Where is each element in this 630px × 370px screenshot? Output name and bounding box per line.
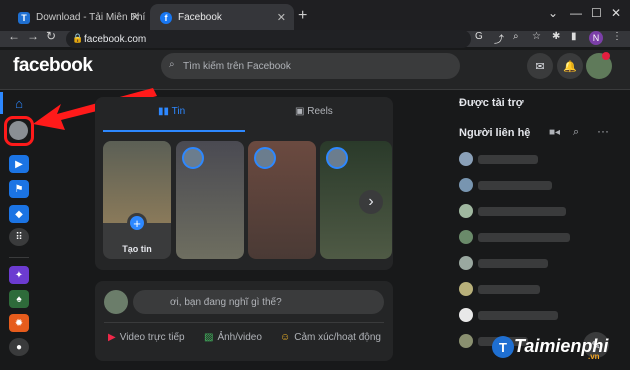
close-tab-icon[interactable]: ✕ [131, 11, 140, 24]
contact-avatar[interactable] [459, 282, 473, 296]
bookmark-star-icon[interactable]: ☆ [532, 31, 541, 42]
minimize-icon[interactable]: — [570, 6, 582, 20]
extensions-icon[interactable]: ✱ [552, 31, 560, 42]
contact-avatar[interactable] [459, 230, 473, 244]
active-tab-underline [103, 130, 245, 132]
kebab-menu-icon[interactable]: ⋮ [612, 31, 622, 42]
divider [104, 322, 384, 323]
status-input[interactable]: ơi, bạn đang nghĩ gì thế? [133, 290, 384, 314]
maximize-icon[interactable]: ☐ [591, 6, 602, 20]
contact-avatar[interactable] [459, 204, 473, 218]
home-icon[interactable]: ⌂ [9, 94, 29, 112]
photo-icon: ▨ [204, 332, 214, 343]
status-placeholder: ơi, bạn đang nghĩ gì thế? [170, 296, 282, 308]
taimienphi-logo-icon: T [492, 336, 514, 358]
new-tab-button[interactable]: + [298, 7, 307, 25]
address-bar[interactable]: 🔒 facebook.com [66, 30, 471, 48]
notification-dot [602, 52, 610, 60]
reels-icon: ▣ [295, 106, 305, 117]
facebook-favicon-icon: f [160, 11, 172, 24]
story-card[interactable] [176, 141, 244, 259]
story-avatar [326, 147, 348, 169]
contact-avatar[interactable] [459, 308, 473, 322]
contact-name[interactable] [478, 285, 540, 294]
share-icon[interactable]: ⤴ [494, 31, 504, 46]
live-video-label: Video trực tiếp [119, 332, 185, 343]
book-icon: ▮▮ [158, 106, 170, 117]
watermark-suffix: .vn [588, 352, 600, 361]
live-video-icon: ▶ [108, 332, 116, 343]
divider [9, 257, 29, 258]
game-shortcut-icon[interactable]: ♠ [9, 290, 29, 308]
game-shortcut-icon[interactable]: ✹ [9, 314, 29, 332]
tab-facebook-label: Facebook [178, 12, 222, 23]
contact-name[interactable] [478, 233, 570, 242]
feeling-label: Cảm xúc/hoạt động [294, 332, 381, 343]
plus-icon: + [127, 213, 147, 233]
search-placeholder: Tìm kiếm trên Facebook [183, 60, 291, 72]
story-card[interactable] [248, 141, 316, 259]
search-icon[interactable]: ⌕ [513, 31, 519, 42]
reload-icon[interactable]: ↻ [46, 29, 56, 43]
close-window-icon[interactable]: ✕ [611, 6, 621, 20]
lock-icon: 🔒 [72, 33, 84, 43]
contact-name[interactable] [478, 181, 552, 190]
close-tab-icon[interactable]: ✕ [277, 11, 286, 24]
create-story-card[interactable]: + Tạo tin [103, 141, 171, 259]
contact-name[interactable] [478, 155, 538, 164]
photo-video-button[interactable]: ▨ Ảnh/video [204, 332, 262, 343]
contact-avatar[interactable] [459, 178, 473, 192]
profile-avatar[interactable]: N [589, 31, 603, 45]
side-panel-icon[interactable]: ▮ [571, 31, 577, 42]
feeling-button[interactable]: ☺ Cảm xúc/hoạt động [280, 332, 381, 343]
url-text: facebook.com [84, 33, 147, 45]
forward-icon[interactable]: → [27, 29, 39, 43]
tab-stories[interactable]: ▮▮ Tin [158, 106, 185, 117]
groups-icon[interactable]: ⚑ [9, 180, 29, 198]
taimienphi-favicon-icon: T [18, 11, 30, 24]
contact-name[interactable] [478, 207, 566, 216]
search-icon[interactable]: ⌕ [573, 126, 579, 139]
more-options-icon[interactable]: ··· [597, 124, 609, 138]
contact-avatar[interactable] [459, 152, 473, 166]
active-indicator [0, 92, 3, 114]
bell-icon[interactable]: 🔔 [557, 53, 583, 79]
back-icon[interactable]: ← [8, 29, 20, 43]
search-icon: ⌕ [169, 59, 175, 70]
sponsored-heading: Được tài trợ [459, 97, 524, 109]
menu-grid-icon[interactable]: ⠿ [9, 228, 29, 246]
contact-name[interactable] [478, 311, 558, 320]
photo-video-label: Ảnh/video [217, 332, 262, 343]
contact-avatar[interactable] [459, 334, 473, 348]
contact-name[interactable] [478, 259, 548, 268]
tab-reels[interactable]: ▣ Reels [295, 106, 333, 117]
chevron-down-icon[interactable]: ⌄ [548, 6, 558, 20]
contacts-heading: Người liên hệ [459, 127, 531, 139]
tab-download-label: Download - Tải Miễn Phí VN - Ph [36, 12, 146, 23]
facebook-logo[interactable]: facebook [13, 55, 93, 77]
tab-stories-label: Tin [171, 106, 186, 117]
facebook-search-input[interactable]: ⌕ Tìm kiếm trên Facebook [161, 53, 460, 79]
story-avatar [182, 147, 204, 169]
tab-facebook[interactable]: f Facebook ✕ [150, 4, 294, 31]
game-shortcut-icon[interactable]: ✦ [9, 266, 29, 284]
create-story-photo [103, 141, 171, 223]
tab-reels-label: Reels [307, 106, 333, 117]
google-icon[interactable]: G [475, 31, 483, 42]
story-avatar [254, 147, 276, 169]
avatar[interactable] [104, 290, 128, 314]
watch-icon[interactable]: ▶ [9, 155, 29, 173]
contact-avatar[interactable] [459, 256, 473, 270]
see-more-icon[interactable]: ● [9, 338, 29, 356]
create-story-label: Tạo tin [122, 244, 152, 254]
next-stories-button[interactable]: › [359, 190, 383, 214]
smiley-icon: ☺ [280, 332, 291, 343]
live-video-button[interactable]: ▶ Video trực tiếp [108, 332, 185, 343]
highlight-circle [4, 116, 34, 146]
messenger-icon[interactable]: ✉ [527, 53, 553, 79]
video-call-icon[interactable]: ■◂ [549, 127, 560, 138]
gaming-icon[interactable]: ◆ [9, 205, 29, 223]
tab-download[interactable]: T Download - Tải Miễn Phí VN - Ph ✕ [8, 4, 148, 31]
